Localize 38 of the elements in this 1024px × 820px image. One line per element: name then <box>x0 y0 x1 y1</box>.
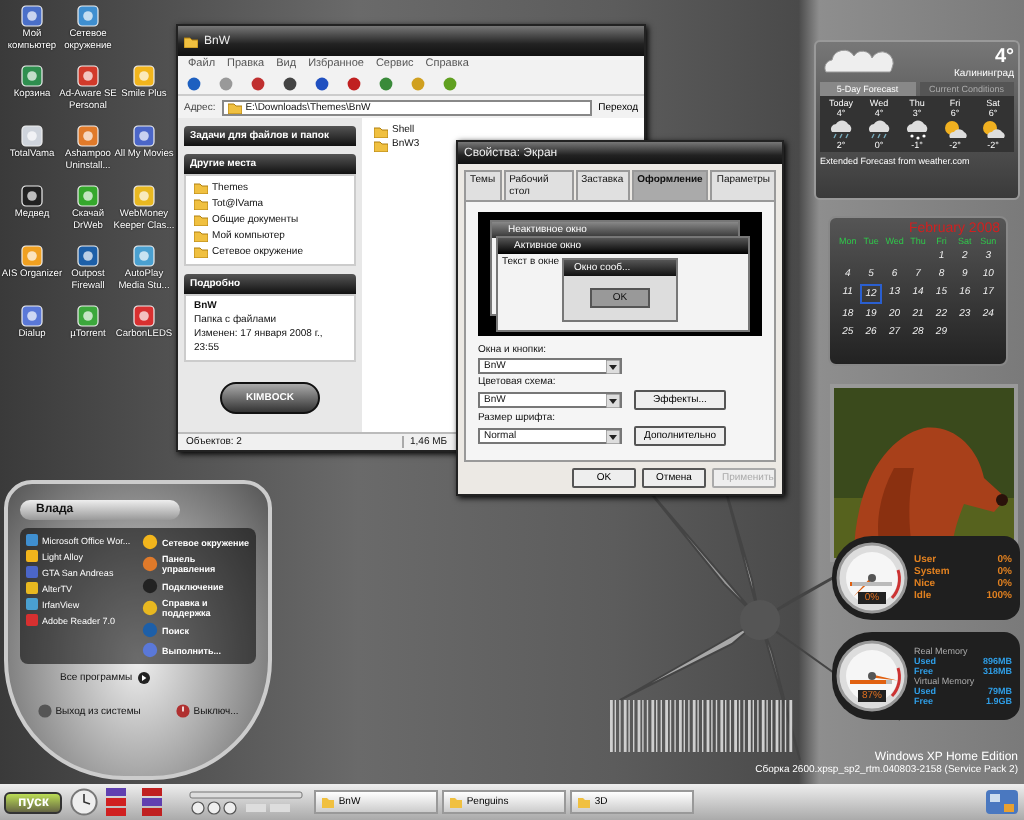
app-icon[interactable] <box>76 184 100 208</box>
caret-icon <box>606 393 620 407</box>
caret-icon <box>606 359 620 373</box>
app-icon[interactable] <box>132 64 156 88</box>
app-icon[interactable] <box>20 124 44 148</box>
app-icon[interactable] <box>20 64 44 88</box>
folder-icon <box>227 101 242 113</box>
cloud-icon <box>820 46 900 74</box>
power-icon[interactable] <box>175 704 190 718</box>
clock-icon <box>70 788 99 816</box>
tray-icon[interactable] <box>984 788 1020 816</box>
folder-icon <box>322 796 335 808</box>
arrow-icon <box>138 672 151 684</box>
app-icon[interactable] <box>76 4 100 28</box>
app-icon[interactable] <box>20 184 44 208</box>
media-player-drawing[interactable] <box>186 788 307 816</box>
app-icon[interactable] <box>132 304 156 328</box>
app-icon[interactable] <box>132 244 156 268</box>
snow-cloud-icon <box>904 118 930 140</box>
sun-cloud-icon <box>980 118 1006 140</box>
app-icon[interactable] <box>76 304 100 328</box>
temperature: 4° <box>992 46 1014 68</box>
caret-icon <box>606 429 620 443</box>
gauge-dial <box>836 640 908 712</box>
rain-cloud-icon <box>828 118 854 140</box>
app-icon[interactable] <box>20 4 44 28</box>
folder-icon <box>184 35 198 47</box>
app-icon[interactable] <box>76 64 100 88</box>
app-icon[interactable] <box>132 184 156 208</box>
folder-icon <box>450 796 463 808</box>
app-icon[interactable] <box>132 124 156 148</box>
app-icon[interactable] <box>76 244 100 268</box>
folder-icon <box>578 796 591 808</box>
app-icon[interactable] <box>20 304 44 328</box>
sun-cloud-icon <box>942 118 968 140</box>
app-icon[interactable] <box>20 244 44 268</box>
rain-cloud-icon <box>866 118 892 140</box>
app-icon[interactable] <box>76 124 100 148</box>
